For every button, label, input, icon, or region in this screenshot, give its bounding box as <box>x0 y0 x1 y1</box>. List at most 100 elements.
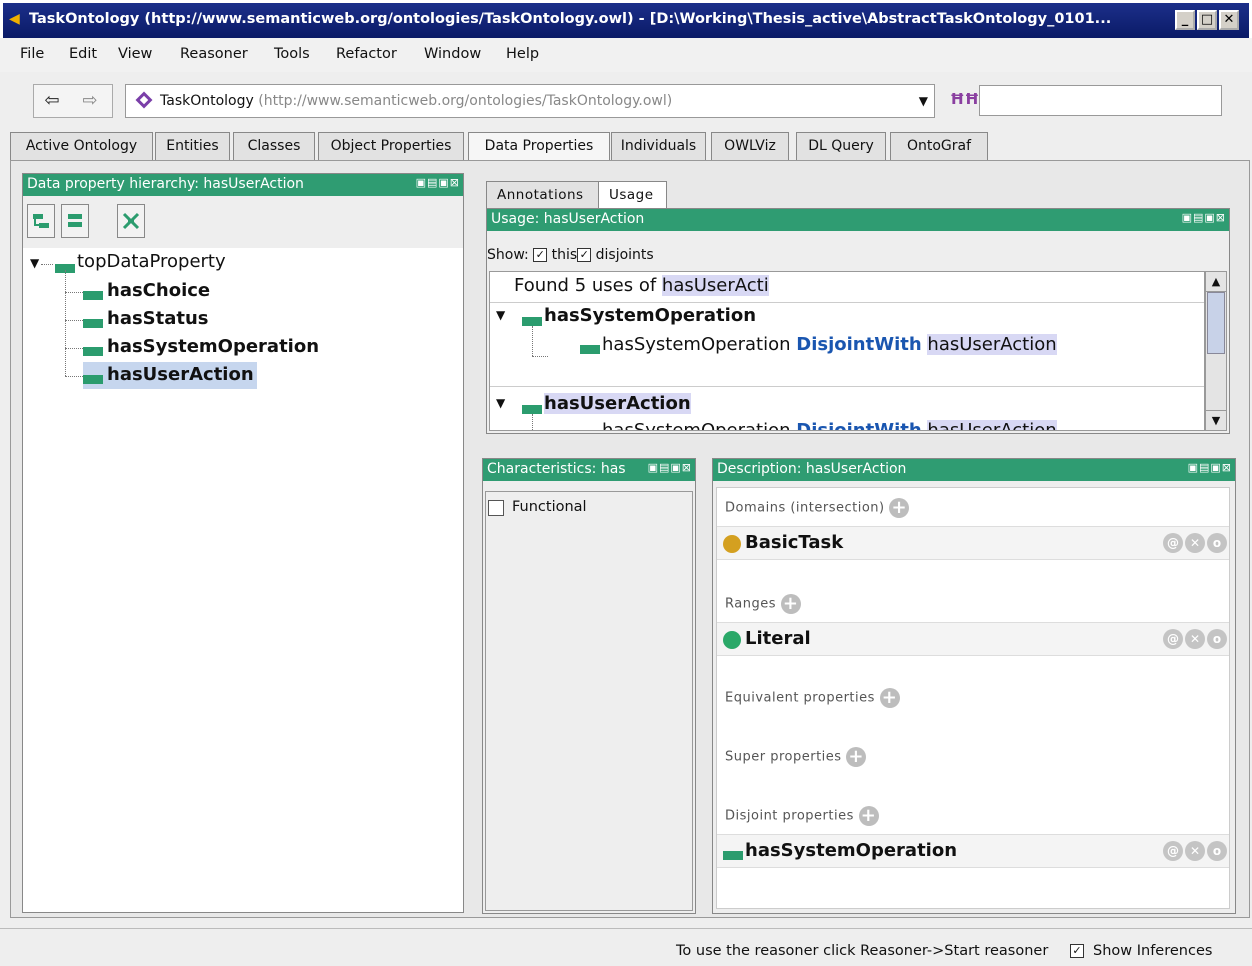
maximize-button[interactable]: □ <box>1197 10 1217 30</box>
annotate-icon[interactable]: @ <box>1163 629 1183 649</box>
add-sibling-property-icon[interactable] <box>61 204 89 238</box>
data-property-icon <box>580 344 600 354</box>
view-controls-icon[interactable]: ▣▤▣⊠ <box>1188 461 1232 474</box>
protege-app-icon: ◀ <box>9 11 20 27</box>
tree-node-hasuseraction[interactable]: hasUserAction <box>107 364 254 385</box>
binoculars-icon[interactable]: ĦĦ <box>950 90 979 112</box>
super-properties-label: Super properties <box>725 749 842 765</box>
history-nav: ⇦ ⇨ <box>33 84 113 118</box>
axiom-keyword: DisjointWith <box>796 334 922 355</box>
menu-refactor[interactable]: Refactor <box>336 46 397 62</box>
window-title: TaskOntology (http://www.semanticweb.org… <box>29 11 1112 27</box>
forward-arrow-icon[interactable]: ⇨ <box>78 90 102 112</box>
domain-row[interactable]: BasicTask @ ✕ o <box>717 526 1229 560</box>
window-title-bar[interactable]: ◀ TaskOntology (http://www.semanticweb.o… <box>0 0 1252 38</box>
axiom-subject: hasSystemOperation <box>602 334 791 355</box>
view-controls-icon[interactable]: ▣▤▣⊠ <box>416 176 460 189</box>
delete-icon[interactable]: ✕ <box>1185 629 1205 649</box>
group-toggle-icon[interactable]: ▼ <box>496 396 505 410</box>
tab-dl-query[interactable]: DL Query <box>796 132 886 161</box>
usage-axiom[interactable]: hasSystemOperation DisjointWith hasUserA… <box>602 334 1057 355</box>
tab-owlviz[interactable]: OWLViz <box>711 132 789 161</box>
data-property-icon <box>580 429 600 430</box>
range-row[interactable]: Literal @ ✕ o <box>717 622 1229 656</box>
menu-window[interactable]: Window <box>424 46 481 62</box>
annotate-icon[interactable]: @ <box>1163 841 1183 861</box>
range-value: Literal <box>745 628 811 649</box>
tab-data-properties[interactable]: Data Properties <box>468 132 610 163</box>
menu-file[interactable]: File <box>20 46 44 62</box>
add-super-property-icon[interactable]: + <box>846 747 867 767</box>
group-toggle-icon[interactable]: ▼ <box>496 308 505 322</box>
menu-edit[interactable]: Edit <box>69 46 97 62</box>
description-header: Description: hasUserAction <box>717 461 907 477</box>
tab-ontograf[interactable]: OntoGraf <box>890 132 988 161</box>
status-bar: To use the reasoner click Reasoner->Star… <box>0 928 1252 966</box>
disjoints-checkbox[interactable]: ✓ <box>577 248 592 262</box>
functional-checkbox[interactable] <box>488 500 504 516</box>
menu-reasoner[interactable]: Reasoner <box>180 46 248 62</box>
tab-object-properties[interactable]: Object Properties <box>318 132 464 161</box>
tab-active-ontology[interactable]: Active Ontology <box>10 132 153 161</box>
tree-node-hasstatus[interactable]: hasStatus <box>107 308 209 329</box>
usage-group-hassystemoperation[interactable]: hasSystemOperation <box>544 305 756 326</box>
edit-icon[interactable]: o <box>1207 841 1227 861</box>
menu-view[interactable]: View <box>118 46 152 62</box>
datatype-icon <box>723 631 741 649</box>
description-panel: Description: hasUserAction ▣▤▣⊠ Domains … <box>712 458 1236 914</box>
search-input[interactable] <box>979 85 1222 116</box>
axiom-object: hasUserAction <box>927 420 1057 430</box>
disjoints-label: disjoints <box>595 247 654 263</box>
tree-node-hassystemoperation[interactable]: hasSystemOperation <box>107 336 319 357</box>
tree-node-topdataproperty[interactable]: topDataProperty <box>77 251 226 272</box>
show-inferences-checkbox[interactable]: ✓ <box>1070 944 1084 958</box>
data-property-icon <box>723 850 743 860</box>
add-range-icon[interactable]: + <box>780 594 801 614</box>
add-disjoint-icon[interactable]: + <box>858 806 879 826</box>
minimize-button[interactable]: _ <box>1175 10 1195 30</box>
tree-node-haschoice[interactable]: hasChoice <box>107 280 210 301</box>
usage-panel: Usage: hasUserAction ▣▤▣⊠ Show: ✓ this ✓ … <box>486 208 1230 434</box>
view-controls-icon[interactable]: ▣▤▣⊠ <box>647 461 692 474</box>
edit-icon[interactable]: o <box>1207 629 1227 649</box>
usage-group-hasuseraction[interactable]: hasUserAction <box>544 393 691 414</box>
data-property-icon <box>83 346 103 356</box>
data-property-icon <box>522 404 542 414</box>
menu-help[interactable]: Help <box>506 46 539 62</box>
class-icon <box>723 535 741 553</box>
data-property-icon <box>83 290 103 300</box>
back-arrow-icon[interactable]: ⇦ <box>40 90 64 112</box>
scroll-thumb[interactable] <box>1207 292 1225 354</box>
axiom-keyword: DisjointWith <box>796 420 922 431</box>
add-domain-icon[interactable]: + <box>889 498 910 518</box>
add-sub-property-icon[interactable] <box>27 204 55 238</box>
usage-scrollbar[interactable]: ▲ ▼ <box>1205 271 1227 431</box>
usage-axiom[interactable]: hasSystemOperation DisjointWith hasUserA… <box>602 420 1057 431</box>
tab-annotations[interactable]: Annotations <box>486 181 599 209</box>
view-controls-icon[interactable]: ▣▤▣⊠ <box>1182 211 1226 224</box>
hierarchy-panel: Data property hierarchy: hasUserAction ▣… <box>22 173 464 913</box>
scroll-up-arrow-icon[interactable]: ▲ <box>1206 272 1226 292</box>
menu-tools[interactable]: Tools <box>274 46 310 62</box>
found-uses-text: Found 5 uses of <box>514 275 662 296</box>
this-label: this <box>551 247 578 263</box>
dropdown-arrow-icon[interactable]: ▼ <box>919 94 928 108</box>
root-toggle-icon[interactable]: ▼ <box>30 256 39 270</box>
edit-icon[interactable]: o <box>1207 533 1227 553</box>
scroll-down-arrow-icon[interactable]: ▼ <box>1206 410 1226 430</box>
tab-usage[interactable]: Usage <box>598 181 667 209</box>
this-checkbox[interactable]: ✓ <box>533 248 548 262</box>
delete-icon[interactable]: ✕ <box>1185 533 1205 553</box>
tab-entities[interactable]: Entities <box>155 132 230 161</box>
ontology-selector[interactable]: TaskOntology (http://www.semanticweb.org… <box>125 84 935 118</box>
disjoint-row[interactable]: hasSystemOperation @ ✕ o <box>717 834 1229 868</box>
delete-property-icon[interactable] <box>117 204 145 238</box>
add-equivalent-icon[interactable]: + <box>879 688 900 708</box>
ontology-iri: (http://www.semanticweb.org/ontologies/T… <box>258 93 673 109</box>
annotate-icon[interactable]: @ <box>1163 533 1183 553</box>
close-button[interactable]: ✕ <box>1219 10 1239 30</box>
tab-individuals[interactable]: Individuals <box>611 132 706 161</box>
data-property-icon <box>83 318 103 328</box>
tab-classes[interactable]: Classes <box>233 132 315 161</box>
delete-icon[interactable]: ✕ <box>1185 841 1205 861</box>
